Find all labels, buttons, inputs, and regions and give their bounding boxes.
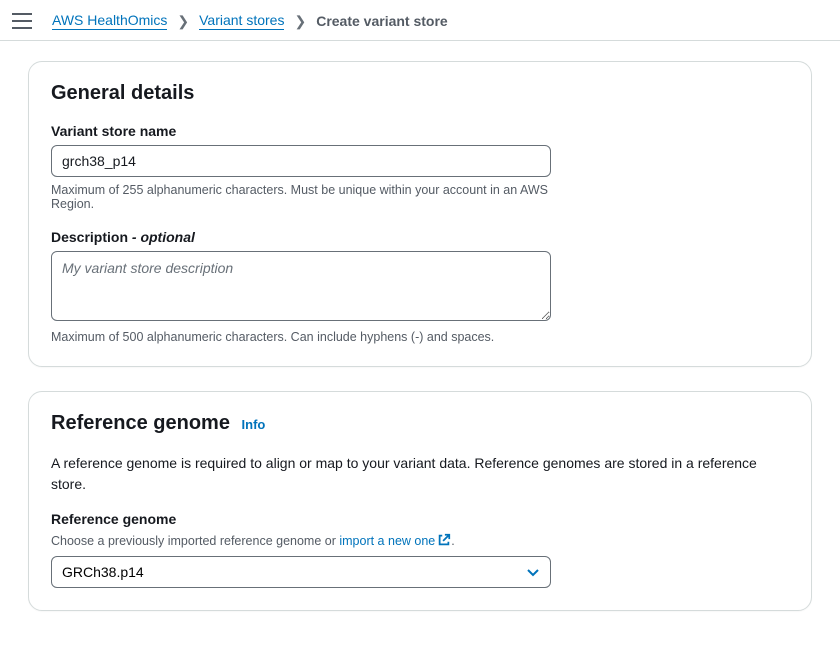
breadcrumb-root[interactable]: AWS HealthOmics	[52, 12, 167, 30]
description-input[interactable]	[51, 251, 551, 321]
chevron-right-icon: ❯	[294, 13, 306, 30]
description-hint: Maximum of 500 alphanumeric characters. …	[51, 330, 551, 344]
reference-genome-field-label: Reference genome	[51, 511, 551, 527]
reference-genome-desc: A reference genome is required to align …	[51, 453, 789, 495]
breadcrumb: AWS HealthOmics ❯ Variant stores ❯ Creat…	[52, 12, 448, 30]
external-link-icon	[437, 533, 451, 550]
chevron-right-icon: ❯	[177, 13, 189, 30]
breadcrumb-variant-stores[interactable]: Variant stores	[199, 12, 284, 30]
info-link[interactable]: Info	[242, 417, 266, 432]
reference-genome-hint: Choose a previously imported reference g…	[51, 533, 551, 550]
reference-genome-title: Reference genome Info	[51, 412, 789, 435]
import-new-link[interactable]: import a new one	[339, 534, 451, 548]
variant-store-name-label: Variant store name	[51, 123, 551, 139]
breadcrumb-current: Create variant store	[316, 13, 448, 29]
reference-genome-select[interactable]: GRCh38.p14	[51, 556, 551, 588]
variant-store-name-input[interactable]	[51, 145, 551, 177]
reference-genome-panel: Reference genome Info A reference genome…	[28, 391, 812, 611]
variant-store-name-hint: Maximum of 255 alphanumeric characters. …	[51, 183, 551, 211]
general-details-title: General details	[51, 82, 789, 105]
menu-icon[interactable]	[12, 13, 32, 29]
description-label: Description - optional	[51, 229, 551, 245]
general-details-panel: General details Variant store name Maxim…	[28, 61, 812, 367]
